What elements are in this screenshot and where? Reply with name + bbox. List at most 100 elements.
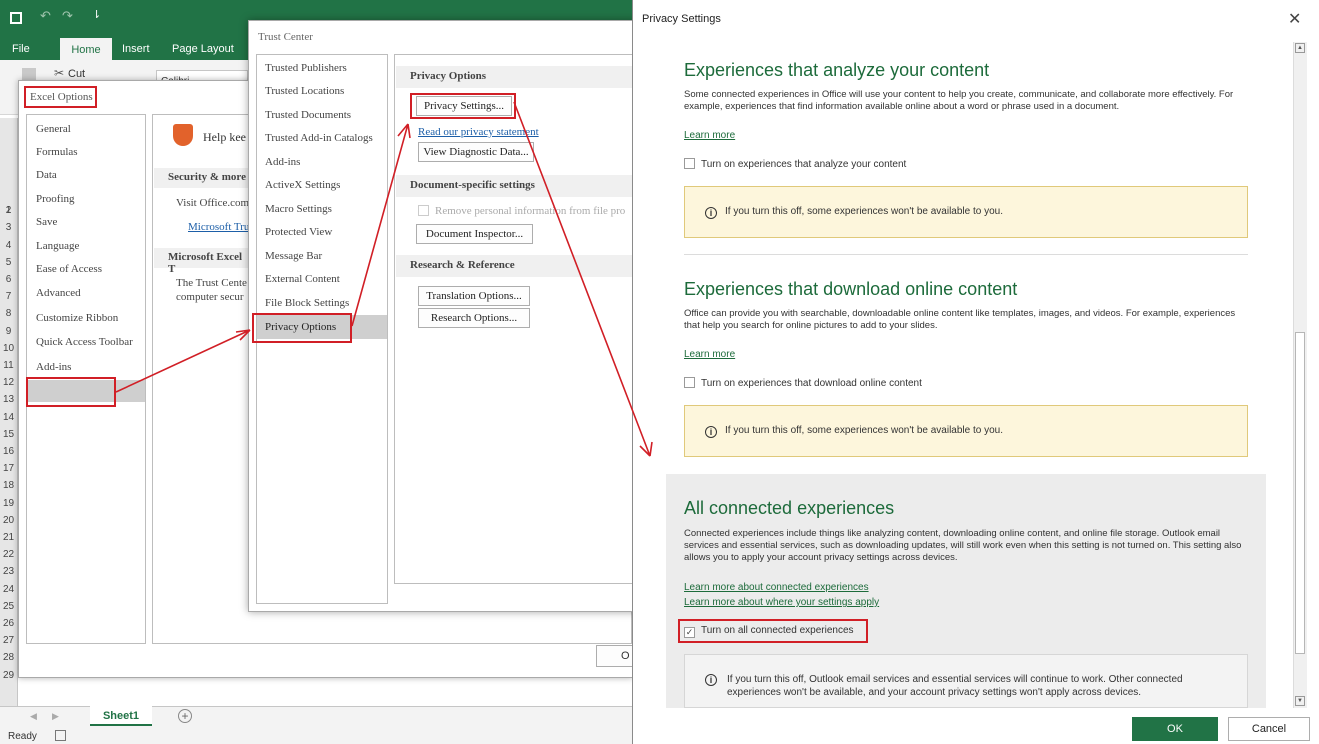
tab-insert[interactable]: Insert: [122, 43, 150, 55]
row-number[interactable]: 4: [0, 240, 17, 251]
tc-nav-message-bar[interactable]: Message Bar: [265, 250, 322, 262]
row-number[interactable]: 6: [0, 274, 17, 285]
row-number[interactable]: 20: [0, 515, 17, 526]
tab-home[interactable]: Home: [60, 38, 112, 62]
scrollbar-thumb[interactable]: [1295, 332, 1305, 654]
row-number[interactable]: 16: [0, 446, 17, 457]
nav-item-general[interactable]: General: [36, 123, 71, 135]
research-options-button[interactable]: Research Options...: [418, 308, 530, 328]
row-number[interactable]: 5: [0, 257, 17, 268]
tc-nav-file-block-settings[interactable]: File Block Settings: [265, 297, 349, 309]
section-security: Security & more: [154, 168, 248, 188]
sheet-scroll-right-icon[interactable]: ▶: [52, 711, 59, 722]
row-number[interactable]: 10: [0, 343, 17, 354]
tc-nav-protected-view[interactable]: Protected View: [265, 226, 332, 238]
close-icon[interactable]: ✕: [1288, 9, 1301, 29]
learn-more-settings-apply-link[interactable]: Learn more about where your settings app…: [684, 597, 879, 608]
tab-page-layout[interactable]: Page Layout: [172, 43, 234, 55]
scroll-up-icon[interactable]: ▲: [1295, 43, 1305, 53]
microsoft-trust-link[interactable]: Microsoft Tru: [188, 221, 249, 233]
quick-access-dropdown-icon[interactable]: ⇂: [92, 8, 101, 21]
undo-icon[interactable]: ↶: [40, 8, 51, 24]
sheet-tab-sheet1[interactable]: Sheet1: [90, 706, 152, 726]
nav-item-customize-ribbon[interactable]: Customize Ribbon: [36, 312, 118, 324]
tc-nav-activex-settings[interactable]: ActiveX Settings: [265, 179, 340, 191]
nav-item-save[interactable]: Save: [36, 216, 57, 228]
tc-nav-add-ins[interactable]: Add-ins: [265, 156, 300, 168]
row-number[interactable]: 17: [0, 463, 17, 474]
row-number[interactable]: 23: [0, 566, 17, 577]
download-checkbox-label: Turn on experiences that download online…: [701, 378, 922, 389]
tc-nav-trusted-documents[interactable]: Trusted Documents: [265, 109, 351, 121]
paste-icon[interactable]: [22, 68, 36, 80]
info-icon: i: [705, 674, 717, 686]
cut-label[interactable]: Cut: [68, 68, 85, 80]
row-number[interactable]: 15: [0, 429, 17, 440]
row-number[interactable]: 3: [0, 222, 17, 233]
download-checkbox[interactable]: Turn on experiences that download online…: [684, 377, 922, 389]
row-number[interactable]: 28: [0, 652, 17, 663]
learn-more-connected-link[interactable]: Learn more about connected experiences: [684, 582, 869, 593]
scroll-down-icon[interactable]: ▼: [1295, 696, 1305, 706]
nav-item-proofing[interactable]: Proofing: [36, 193, 75, 205]
sheet-scroll-left-icon[interactable]: ◀: [30, 711, 37, 722]
all-connected-heading: All connected experiences: [684, 498, 895, 518]
nav-item-advanced[interactable]: Advanced: [36, 287, 81, 299]
redo-icon[interactable]: ↷: [62, 8, 73, 24]
row-number[interactable]: 22: [0, 549, 17, 560]
nav-item-add-ins[interactable]: Add-ins: [36, 361, 71, 373]
nav-item-language[interactable]: Language: [36, 240, 79, 252]
row-number[interactable]: 26: [0, 618, 17, 629]
analyze-checkbox-box[interactable]: [684, 158, 695, 169]
row-number[interactable]: 7: [0, 291, 17, 302]
row-number[interactable]: 27: [0, 635, 17, 646]
highlight-privacy-options: [252, 313, 352, 343]
nav-item-data[interactable]: Data: [36, 169, 57, 181]
row-number[interactable]: 13: [0, 394, 17, 405]
row-number[interactable]: 21: [0, 532, 17, 543]
row-number[interactable]: 9: [0, 326, 17, 337]
highlight-excel-options-title: [24, 86, 97, 108]
section-ms-trust: Microsoft Excel T: [154, 248, 248, 275]
remove-personal-info-checkbox[interactable]: Remove personal information from file pr…: [418, 205, 638, 217]
row-number[interactable]: 25: [0, 601, 17, 612]
all-connected-warning-text: If you turn this off, Outlook email serv…: [727, 674, 1183, 698]
nav-item-quick-access-toolbar[interactable]: Quick Access Toolbar: [36, 336, 133, 348]
sheet-tab-label: Sheet1: [102, 710, 140, 722]
tc-nav-trusted-add-in-catalogs[interactable]: Trusted Add-in Catalogs: [265, 132, 373, 144]
nav-item-ease-of-access[interactable]: Ease of Access: [36, 263, 102, 275]
nav-item-formulas[interactable]: Formulas: [36, 146, 78, 158]
privacy-statement-link[interactable]: Read our privacy statement: [418, 126, 539, 138]
highlight-all-connected-checkbox: [678, 619, 868, 643]
tc-nav-macro-settings[interactable]: Macro Settings: [265, 203, 332, 215]
translation-options-button[interactable]: Translation Options...: [418, 286, 530, 306]
row-number[interactable]: 2: [0, 205, 17, 216]
row-number[interactable]: 19: [0, 498, 17, 509]
cut-icon[interactable]: ✂: [54, 66, 64, 80]
analyze-checkbox[interactable]: Turn on experiences that analyze your co…: [684, 158, 906, 170]
save-icon[interactable]: [10, 12, 22, 24]
tc-nav-trusted-publishers[interactable]: Trusted Publishers: [265, 62, 347, 74]
document-inspector-button[interactable]: Document Inspector...: [416, 224, 533, 244]
row-number[interactable]: 8: [0, 308, 17, 319]
macro-record-icon[interactable]: [55, 730, 66, 741]
row-number[interactable]: 29: [0, 670, 17, 681]
cancel-button[interactable]: Cancel: [1228, 717, 1310, 741]
remove-personal-info-box[interactable]: [418, 205, 429, 216]
download-learn-more-link[interactable]: Learn more: [684, 349, 735, 360]
analyze-learn-more-link[interactable]: Learn more: [684, 130, 735, 141]
new-sheet-icon[interactable]: +: [178, 709, 192, 723]
view-diagnostic-data-button[interactable]: View Diagnostic Data...: [418, 142, 534, 162]
tab-file[interactable]: File: [12, 43, 30, 55]
tc-nav-external-content[interactable]: External Content: [265, 273, 340, 285]
tc-nav-trusted-locations[interactable]: Trusted Locations: [265, 85, 344, 97]
ok-button[interactable]: OK: [1132, 717, 1218, 741]
row-number[interactable]: 11: [0, 360, 17, 371]
download-checkbox-box[interactable]: [684, 377, 695, 388]
row-number[interactable]: 14: [0, 412, 17, 423]
row-number[interactable]: 12: [0, 377, 17, 388]
row-number[interactable]: 24: [0, 584, 17, 595]
row-number[interactable]: 18: [0, 480, 17, 491]
excel-options-ok-button[interactable]: O: [596, 645, 636, 667]
info-icon: i: [705, 426, 717, 438]
